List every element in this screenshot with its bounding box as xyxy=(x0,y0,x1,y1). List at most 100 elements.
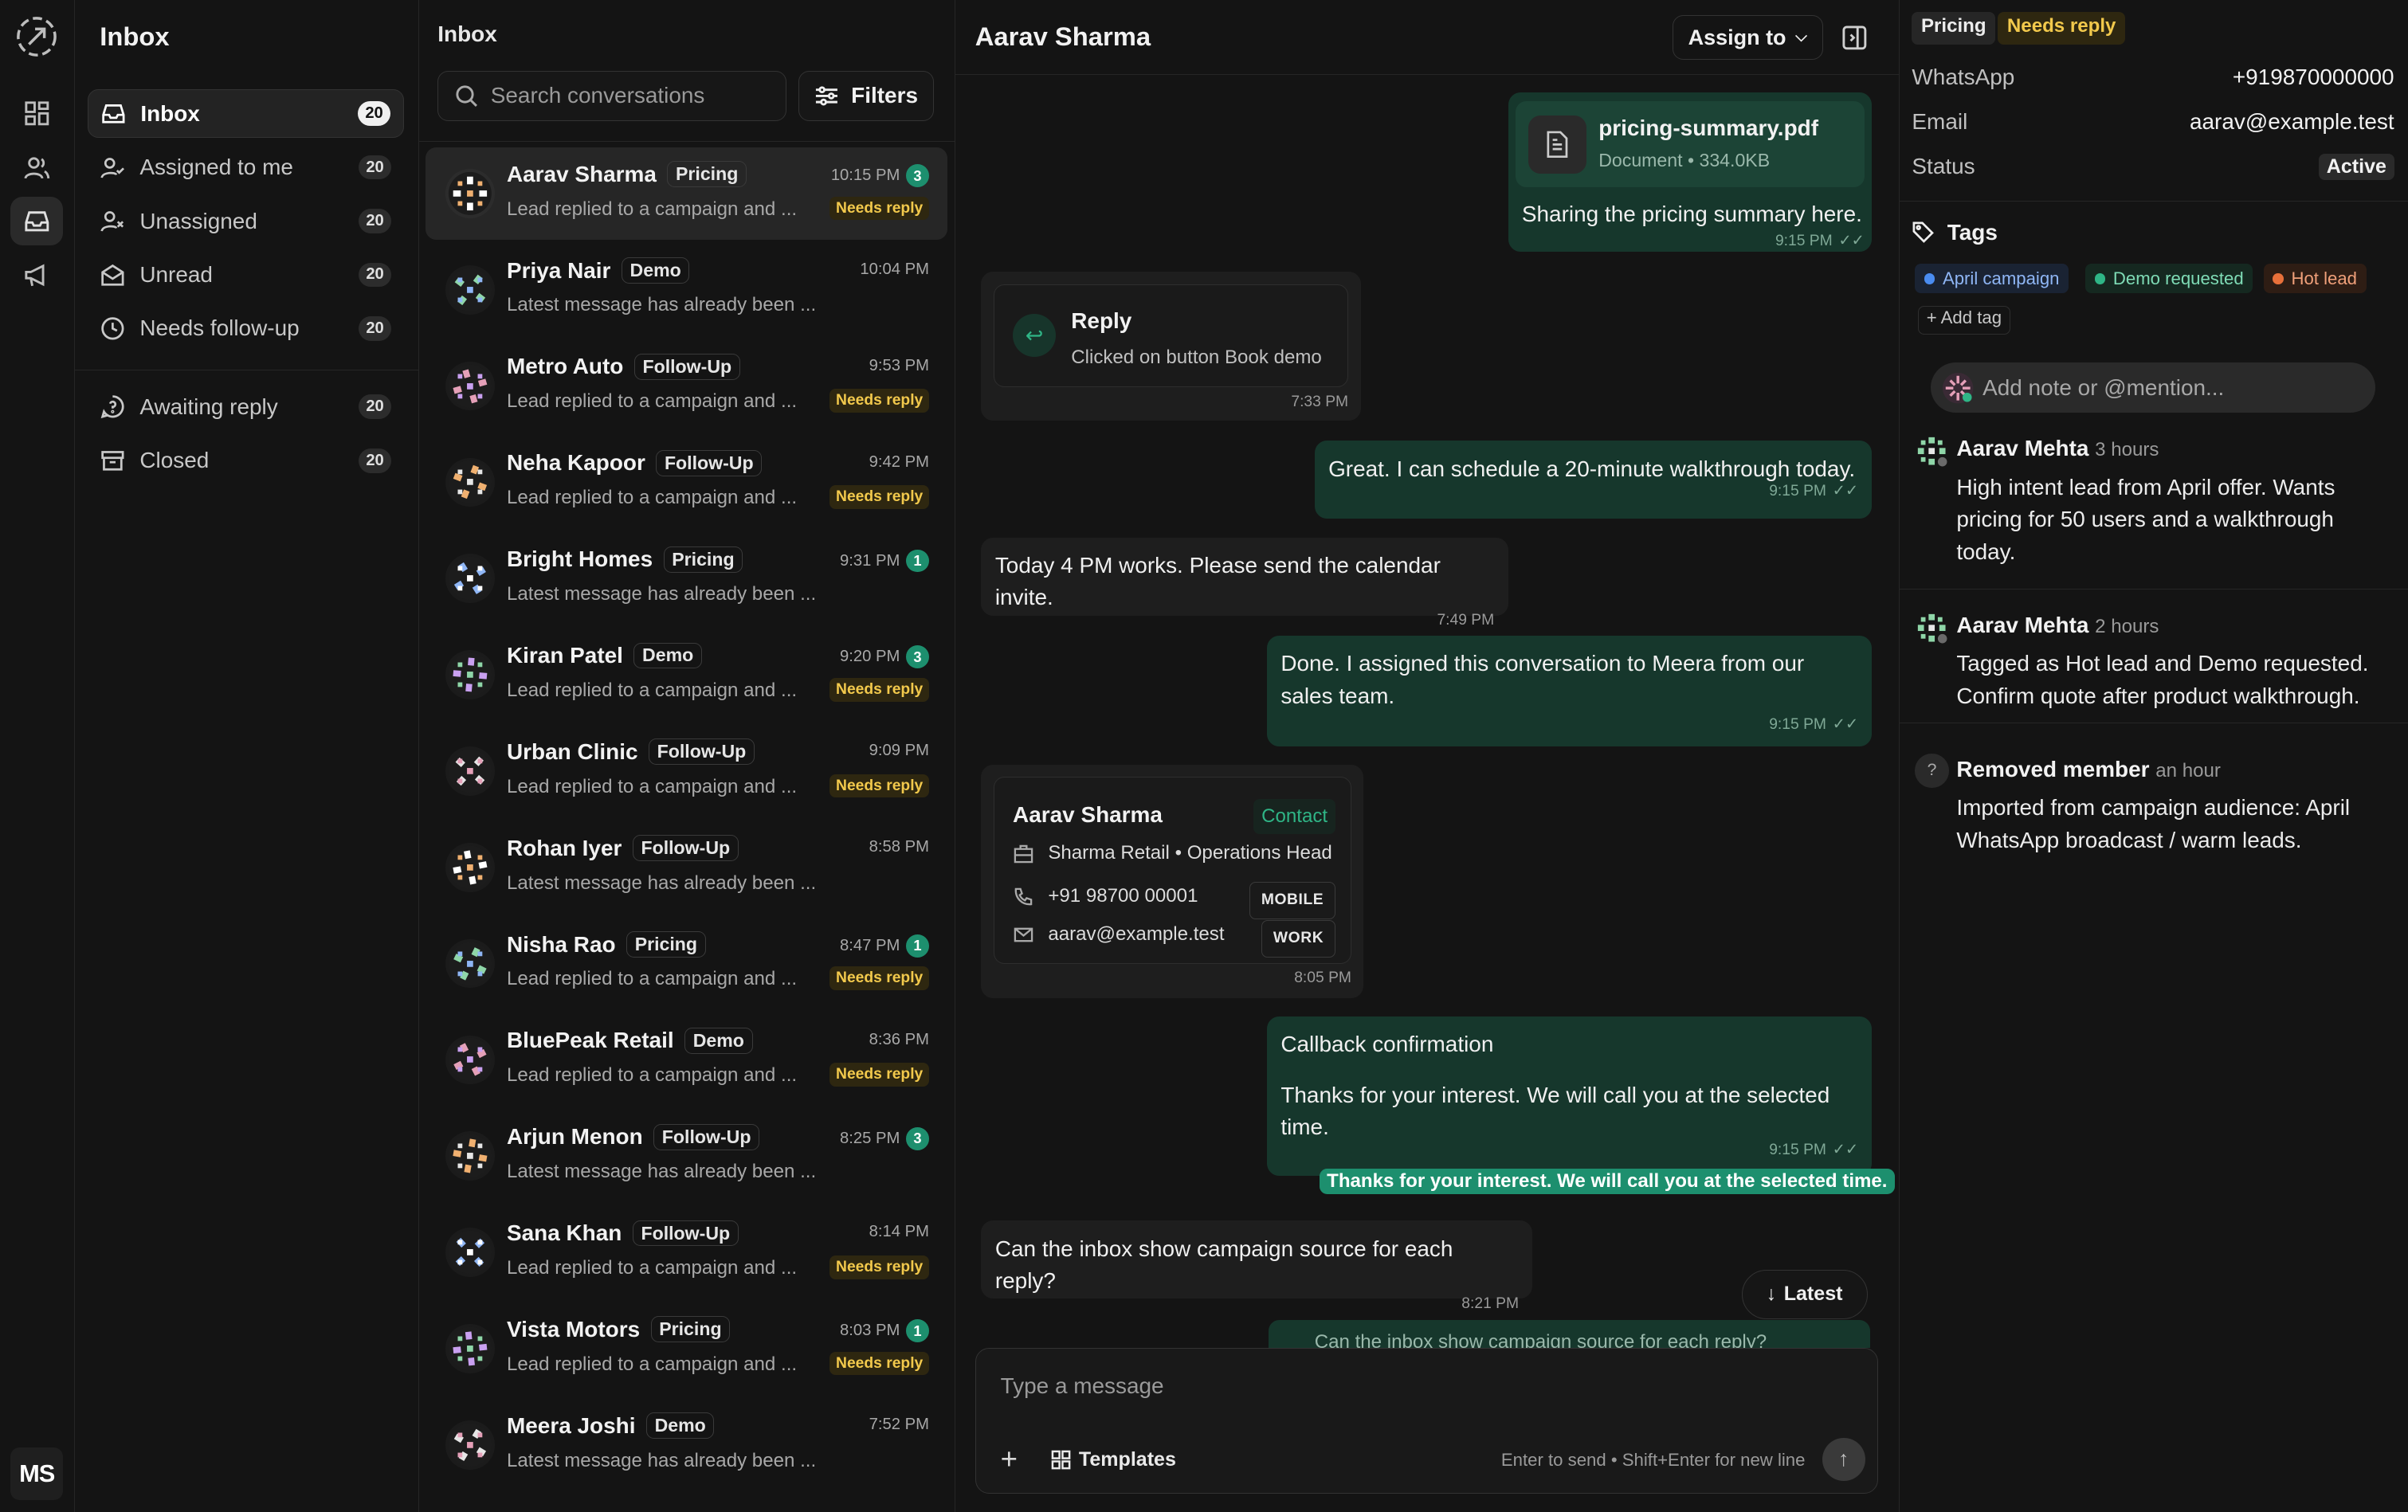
filters-button[interactable]: Filters xyxy=(798,70,934,122)
avatar xyxy=(445,554,495,603)
tag-chip[interactable]: Demo requested xyxy=(2085,264,2253,294)
conversation-time: 8:36 PM xyxy=(869,1030,929,1048)
add-tag-button[interactable]: + Add tag xyxy=(1918,305,2010,335)
conversation-row[interactable]: Sana Khan Follow-Up Lead replied to a camp… xyxy=(426,1206,947,1299)
nav-item-count: 20 xyxy=(357,101,391,126)
email-type-badge: WORK xyxy=(1261,920,1335,958)
send-button[interactable]: ↑ xyxy=(1822,1437,1865,1481)
conversation-tag: Follow-Up xyxy=(633,354,740,380)
tags-header: Tags xyxy=(1912,220,1998,245)
conversation-tag: Demo xyxy=(621,257,690,284)
activity-body: High intent lead from April offer. Wants… xyxy=(1956,474,2335,564)
incoming-message: Today 4 PM works. Please send the calend… xyxy=(981,537,1508,629)
nav-item-unassigned[interactable]: Unassigned 20 xyxy=(88,197,404,246)
quick-reply-button[interactable]: Thanks for your interest. We will call y… xyxy=(1319,1168,1896,1194)
email-label: Email xyxy=(1912,108,1968,134)
conversation-row[interactable]: Metro Auto Follow-Up Lead replied to a cam… xyxy=(426,340,947,433)
conversation-name: BluePeak Retail xyxy=(506,1028,674,1053)
nav-item-assigned-to-me[interactable]: Assigned to me 20 xyxy=(88,143,404,192)
message-input[interactable]: Type a message xyxy=(1001,1373,1164,1399)
avatar xyxy=(445,1036,495,1085)
chat-pane: Aarav Sharma Assign to ⌵ pricing-summary… xyxy=(955,0,1900,1512)
message-time: 9:15 PM xyxy=(1769,716,1826,734)
needs-reply-badge: Needs reply xyxy=(829,389,929,413)
conversation-name: Bright Homes xyxy=(506,546,653,572)
contacts-icon[interactable] xyxy=(10,143,63,192)
conversation-row[interactable]: Rohan Iyer Follow-Up Latest message has al… xyxy=(426,821,947,914)
conversation-preview: Lead replied to a campaign and ... xyxy=(506,1353,798,1375)
conversation-preview: Latest message has already been ... xyxy=(506,872,817,894)
campaigns-icon[interactable] xyxy=(10,250,63,300)
nav-item-count: 20 xyxy=(358,262,392,288)
add-attachment-icon[interactable]: + xyxy=(1001,1443,1018,1476)
nav-item-label: Closed xyxy=(139,448,210,473)
conversation-row[interactable]: Vista Motors Pricing Lead replied to a cam… xyxy=(426,1302,947,1395)
avatar xyxy=(445,939,495,989)
tag-chip-label: April campaign xyxy=(1942,268,2060,288)
conversation-row[interactable]: Meera Joshi Demo Latest message has alread… xyxy=(426,1399,947,1491)
document-attachment[interactable]: pricing-summary.pdf Document • 334.0KB xyxy=(1516,101,1865,188)
arrow-up-icon: ↑ xyxy=(1837,1447,1849,1471)
inbox-icon[interactable] xyxy=(10,196,63,246)
conversation-tag: Follow-Up xyxy=(653,1123,760,1150)
nav-item-inbox[interactable]: Inbox 20 xyxy=(87,88,404,139)
conversation-row[interactable]: BluePeak Retail Demo Lead replied to a cam… xyxy=(426,1014,947,1107)
conversation-time: 9:42 PM xyxy=(869,452,929,471)
conversation-row[interactable]: Arjun Menon Follow-Up Latest message has a… xyxy=(426,1110,947,1202)
unread-count-badge: 1 xyxy=(906,549,929,573)
message-composer[interactable]: Type a message + Templates Enter to send… xyxy=(975,1348,1879,1494)
activity-body: Tagged as Hot lead and Demo requested. C… xyxy=(1956,651,2369,708)
conversation-row[interactable]: Nisha Rao Pricing Lead replied to a campai… xyxy=(426,918,947,1010)
templates-button[interactable]: Templates xyxy=(1051,1448,1176,1471)
unread-count-badge: 1 xyxy=(906,934,929,958)
app-logo-icon[interactable] xyxy=(15,15,58,58)
conversation-name: Meera Joshi xyxy=(506,1412,636,1438)
avatar-icon xyxy=(448,1134,492,1178)
conversation-name: Neha Kapoor xyxy=(506,450,645,476)
conversation-tag: Follow-Up xyxy=(632,1220,739,1247)
reply-preview: Can the inbox show campaign source for e… xyxy=(1268,1320,1871,1349)
panel-toggle-icon[interactable] xyxy=(1841,25,1868,51)
conversation-row[interactable]: Aarav Sharma Pricing Lead replied to a cam… xyxy=(425,147,948,240)
conversation-row[interactable]: Neha Kapoor Follow-Up Lead replied to a ca… xyxy=(426,437,947,529)
file-icon xyxy=(1528,115,1586,174)
reply-title: Reply xyxy=(1071,307,1132,333)
conversation-row[interactable]: Bright Homes Pricing Latest message has al… xyxy=(426,532,947,625)
conversation-preview: Latest message has already been ... xyxy=(506,294,817,316)
contact-card[interactable]: Aarav Sharma Contact Sharma Retail • Ope… xyxy=(993,777,1351,965)
conversation-preview: Lead replied to a campaign and ... xyxy=(506,775,798,797)
conversation-time: 8:03 PM xyxy=(840,1322,900,1340)
conversation-row[interactable]: Priya Nair Demo Latest message has already… xyxy=(426,244,947,336)
conversation-row[interactable]: Urban Clinic Follow-Up Lead replied to a c… xyxy=(426,725,947,817)
nav-title: Inbox xyxy=(100,21,170,51)
panel-divider xyxy=(1900,201,2408,202)
nav-item-needs-follow-up[interactable]: Needs follow-up 20 xyxy=(88,304,404,354)
nav-item-closed[interactable]: Closed 20 xyxy=(88,436,404,485)
user-avatar[interactable]: MS xyxy=(10,1447,63,1500)
contact-card-message: Aarav Sharma Contact Sharma Retail • Ope… xyxy=(981,764,1364,998)
conversation-preview: Lead replied to a campaign and ... xyxy=(506,390,798,413)
activity-author-name: Removed member xyxy=(1956,757,2150,782)
chat-header: Aarav Sharma Assign to ⌵ xyxy=(955,0,1900,76)
email-value: aarav@example.test xyxy=(2189,108,2394,134)
conversation-preview: Latest message has already been ... xyxy=(506,1449,817,1471)
app-rail: MS xyxy=(0,0,76,1512)
nav-item-unread[interactable]: Unread 20 xyxy=(88,250,404,300)
assign-to-button[interactable]: Assign to ⌵ xyxy=(1672,15,1823,61)
contact-card-phone: +91 98700 00001 xyxy=(1048,885,1198,907)
note-input[interactable]: Add note or @mention... xyxy=(1930,362,2376,413)
dashboard-icon[interactable] xyxy=(10,89,63,139)
avatar-icon xyxy=(448,1423,492,1467)
conversation-name: Arjun Menon xyxy=(506,1124,643,1150)
jump-to-latest-button[interactable]: ↓ Latest xyxy=(1741,1269,1868,1319)
activity-time: an hour xyxy=(2155,760,2221,782)
nav-item-awaiting-reply[interactable]: Awaiting reply 20 xyxy=(88,382,404,432)
nav-item-count: 20 xyxy=(358,316,392,341)
search-input[interactable]: Search conversations xyxy=(437,70,786,122)
nav-item-label: Inbox xyxy=(140,100,200,126)
conversation-row[interactable]: Kiran Patel Demo Lead replied to a campaig… xyxy=(426,629,947,721)
tag-chip[interactable]: April campaign xyxy=(1915,264,2069,294)
tag-color-dot xyxy=(1924,273,1935,284)
tag-chip[interactable]: Hot lead xyxy=(2263,264,2367,294)
status-pill-needs-reply: Needs reply xyxy=(1998,12,2125,45)
